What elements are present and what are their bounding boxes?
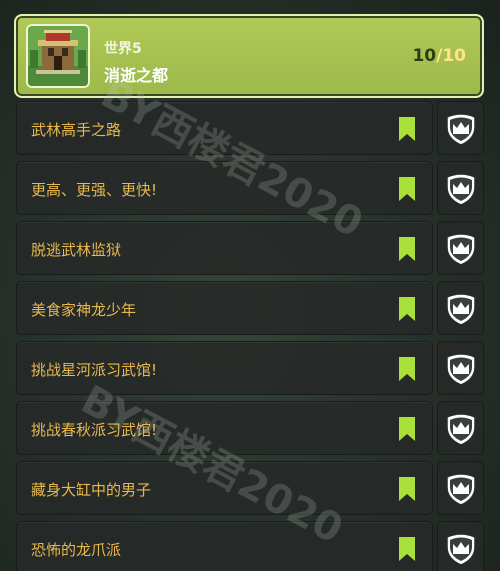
crown-shield-icon bbox=[446, 413, 476, 446]
bookmark-icon bbox=[399, 117, 415, 141]
crown-shield-icon bbox=[446, 233, 476, 266]
bookmark-icon bbox=[399, 417, 415, 441]
level-title: 武林高手之路 bbox=[31, 121, 122, 139]
bookmark-icon bbox=[399, 357, 415, 381]
progress-total: 10 bbox=[442, 46, 466, 66]
level-select-screen: 世界5 消逝之都 10/10 武林高手之路 更高、更强、更快! 脱逃武林监狱 美… bbox=[0, 0, 500, 571]
level-row-5[interactable]: 挑战星河派习武馆! bbox=[16, 341, 433, 395]
level-title: 挑战春秋派习武馆! bbox=[31, 421, 158, 439]
world-number-label: 世界5 bbox=[104, 41, 142, 57]
crown-shield-icon bbox=[446, 353, 476, 386]
crown-shield-icon bbox=[446, 473, 476, 506]
crown-shield-icon bbox=[446, 293, 476, 326]
bookmark-icon bbox=[399, 477, 415, 501]
world-progress: 10/10 bbox=[412, 46, 466, 66]
crown-shield-badge-1[interactable] bbox=[437, 101, 484, 155]
level-title: 美食家神龙少年 bbox=[31, 301, 137, 319]
progress-current: 10 bbox=[412, 46, 437, 66]
level-title: 藏身大缸中的男子 bbox=[31, 481, 152, 499]
crown-shield-badge-6[interactable] bbox=[437, 401, 484, 455]
world-thumbnail bbox=[26, 24, 90, 88]
level-row-8[interactable]: 恐怖的龙爪派 bbox=[16, 521, 433, 571]
crown-shield-badge-7[interactable] bbox=[437, 461, 484, 515]
world-name: 消逝之都 bbox=[104, 66, 169, 85]
bookmark-icon bbox=[399, 537, 415, 561]
level-title: 更高、更强、更快! bbox=[31, 181, 158, 199]
level-title: 脱逃武林监狱 bbox=[31, 241, 122, 259]
crown-shield-icon bbox=[446, 533, 476, 566]
crown-shield-badge-2[interactable] bbox=[437, 161, 484, 215]
bookmark-icon bbox=[399, 237, 415, 261]
level-row-2[interactable]: 更高、更强、更快! bbox=[16, 161, 433, 215]
world-header-card[interactable]: 世界5 消逝之都 10/10 bbox=[14, 14, 484, 98]
level-row-1[interactable]: 武林高手之路 bbox=[16, 101, 433, 155]
crown-shield-badge-8[interactable] bbox=[437, 521, 484, 571]
level-title: 挑战星河派习武馆! bbox=[31, 361, 158, 379]
bookmark-icon bbox=[399, 177, 415, 201]
level-row-3[interactable]: 脱逃武林监狱 bbox=[16, 221, 433, 275]
crown-shield-icon bbox=[446, 113, 476, 146]
level-title: 恐怖的龙爪派 bbox=[31, 541, 122, 559]
crown-shield-badge-4[interactable] bbox=[437, 281, 484, 335]
level-row-4[interactable]: 美食家神龙少年 bbox=[16, 281, 433, 335]
level-row-6[interactable]: 挑战春秋派习武馆! bbox=[16, 401, 433, 455]
crown-shield-badge-3[interactable] bbox=[437, 221, 484, 275]
crown-shield-icon bbox=[446, 173, 476, 206]
bookmark-icon bbox=[399, 297, 415, 321]
level-row-7[interactable]: 藏身大缸中的男子 bbox=[16, 461, 433, 515]
crown-shield-badge-5[interactable] bbox=[437, 341, 484, 395]
